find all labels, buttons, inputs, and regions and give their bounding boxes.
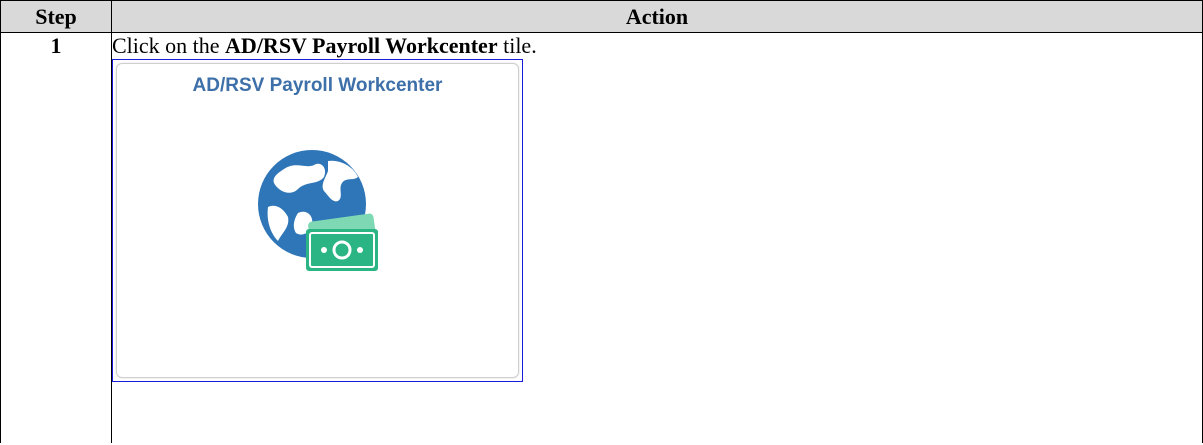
tile-title: AD/RSV Payroll Workcenter [192,75,443,96]
globe-money-icon [258,150,378,271]
table-row: 1 Click on the AD/RSV Payroll Workcenter… [0,32,1203,443]
instruction-suffix: tile. [497,33,537,58]
instruction-prefix: Click on the [112,33,226,58]
procedure-table: Step Action 1 Click on the AD/RSV Payrol… [0,0,1203,443]
payroll-workcenter-tile[interactable]: AD/RSV Payroll Workcenter [116,63,519,378]
tile-highlight-frame: AD/RSV Payroll Workcenter [112,59,523,382]
instruction-text: Click on the AD/RSV Payroll Workcenter t… [112,33,1202,59]
column-header-action: Action [111,0,1203,33]
step-number: 1 [0,32,112,443]
column-header-step: Step [0,0,112,33]
instruction-bold-target: AD/RSV Payroll Workcenter [225,33,498,58]
table-header-row: Step Action [0,0,1203,33]
action-cell: Click on the AD/RSV Payroll Workcenter t… [111,32,1203,443]
